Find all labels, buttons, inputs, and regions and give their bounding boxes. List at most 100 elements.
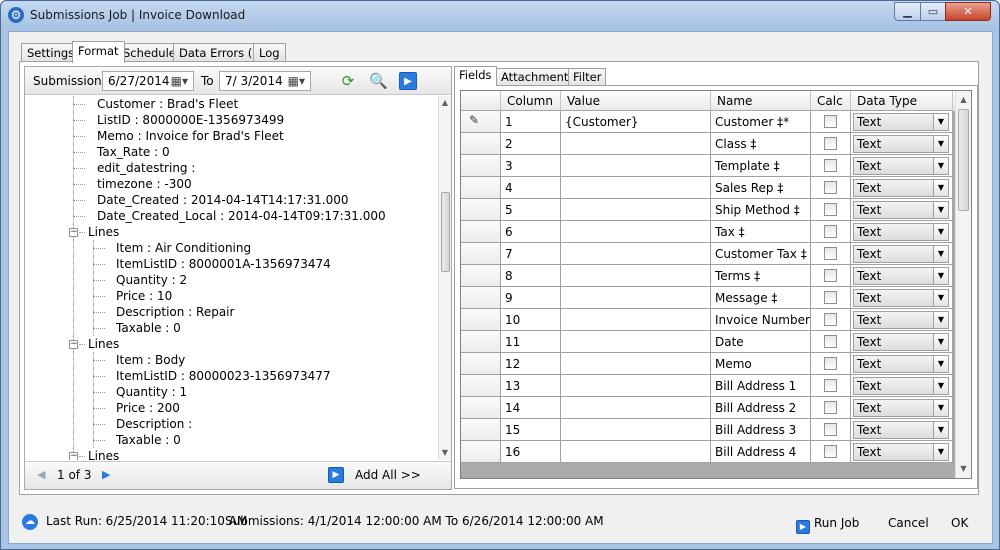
scroll-thumb[interactable]	[958, 109, 969, 211]
data-type-select[interactable]: Text ▼	[853, 179, 949, 197]
row-header[interactable]	[461, 199, 501, 221]
calc-checkbox[interactable]	[824, 291, 837, 304]
from-date-picker[interactable]: 6/27/2014 ▦▾	[102, 71, 194, 91]
calc-cell[interactable]	[811, 397, 851, 419]
column-cell[interactable]: 9	[501, 287, 561, 309]
tree-group-node[interactable]: − Lines	[25, 448, 439, 460]
fields-grid[interactable]: Column Value Name Calc Data Type ✎ 1 {Cust…	[460, 90, 972, 479]
chevron-down-icon[interactable]: ▼	[933, 246, 948, 262]
value-cell[interactable]	[561, 199, 711, 221]
column-cell[interactable]: 1	[501, 111, 561, 133]
scroll-down-arrow[interactable]: ▼	[956, 462, 971, 476]
calc-checkbox[interactable]	[824, 159, 837, 172]
data-type-cell[interactable]: Text ▼	[851, 331, 953, 353]
row-header[interactable]	[461, 331, 501, 353]
tree-scrollbar[interactable]: ▲ ▼	[438, 96, 451, 460]
row-header[interactable]	[461, 133, 501, 155]
name-cell[interactable]: Date	[711, 331, 811, 353]
tree-leaf-node[interactable]: Taxable : 0	[25, 320, 439, 336]
tree-leaf-node[interactable]: Memo : Invoice for Brad's Fleet	[25, 128, 439, 144]
calc-cell[interactable]	[811, 265, 851, 287]
previous-page-icon[interactable]: ◀	[37, 468, 45, 481]
column-cell[interactable]: 7	[501, 243, 561, 265]
table-row[interactable]: 7 Customer Tax ‡ Text ▼	[461, 243, 953, 265]
data-type-cell[interactable]: Text ▼	[851, 375, 953, 397]
value-cell[interactable]	[561, 287, 711, 309]
tree-leaf-node[interactable]: Item : Air Conditioning	[25, 240, 439, 256]
table-row[interactable]: 2 Class ‡ Text ▼	[461, 133, 953, 155]
column-cell[interactable]: 4	[501, 177, 561, 199]
data-type-cell[interactable]: Text ▼	[851, 309, 953, 331]
calc-cell[interactable]	[811, 353, 851, 375]
table-row[interactable]: 13 Bill Address 1 Text ▼	[461, 375, 953, 397]
data-type-cell[interactable]: Text ▼	[851, 221, 953, 243]
table-row[interactable]: 15 Bill Address 3 Text ▼	[461, 419, 953, 441]
tree-leaf-node[interactable]: Date_Created_Local : 2014-04-14T09:17:31…	[25, 208, 439, 224]
tree-group-node[interactable]: − Lines	[25, 336, 439, 352]
calendar-icon[interactable]: ▦▾	[171, 74, 188, 88]
minimize-button[interactable]: ▁	[894, 2, 921, 21]
chevron-down-icon[interactable]: ▼	[933, 334, 948, 350]
table-row[interactable]: 10 Invoice Number Text ▼	[461, 309, 953, 331]
tree-leaf-node[interactable]: Date_Created : 2014-04-14T14:17:31.000	[25, 192, 439, 208]
chevron-down-icon[interactable]: ▼	[933, 224, 948, 240]
chevron-down-icon[interactable]: ▼	[933, 378, 948, 394]
tree-leaf-node[interactable]: timezone : -300	[25, 176, 439, 192]
tree-leaf-node[interactable]: Tax_Rate : 0	[25, 144, 439, 160]
row-header[interactable]	[461, 375, 501, 397]
value-cell[interactable]	[561, 375, 711, 397]
calc-cell[interactable]	[811, 243, 851, 265]
maximize-button[interactable]: ▭	[920, 2, 946, 21]
tree-leaf-node[interactable]: Description :	[25, 416, 439, 432]
grid-scrollbar[interactable]: ▲ ▼	[955, 91, 971, 478]
calc-checkbox[interactable]	[824, 247, 837, 260]
calc-cell[interactable]	[811, 111, 851, 133]
chevron-down-icon[interactable]: ▼	[933, 356, 948, 372]
name-cell[interactable]: Ship Method ‡	[711, 199, 811, 221]
row-header[interactable]	[461, 397, 501, 419]
calendar-icon[interactable]: ▦▾	[288, 74, 305, 88]
data-type-select[interactable]: Text ▼	[853, 157, 949, 175]
data-type-cell[interactable]: Text ▼	[851, 287, 953, 309]
value-cell[interactable]	[561, 133, 711, 155]
table-row[interactable]: 6 Tax ‡ Text ▼	[461, 221, 953, 243]
value-cell[interactable]	[561, 265, 711, 287]
gear-icon[interactable]: ⚙	[8, 7, 24, 23]
calc-checkbox[interactable]	[824, 423, 837, 436]
add-all-button[interactable]: Add All >>	[355, 468, 421, 482]
calc-checkbox[interactable]	[824, 357, 837, 370]
chevron-down-icon[interactable]: ▼	[933, 136, 948, 152]
calc-cell[interactable]	[811, 441, 851, 463]
search-icon[interactable]: 🔍	[369, 72, 388, 90]
tree-group-node[interactable]: − Lines	[25, 224, 439, 240]
calc-cell[interactable]	[811, 419, 851, 441]
name-cell[interactable]: Bill Address 4	[711, 441, 811, 463]
value-cell[interactable]	[561, 397, 711, 419]
value-cell[interactable]	[561, 331, 711, 353]
row-header[interactable]	[461, 243, 501, 265]
scroll-down-arrow[interactable]: ▼	[439, 446, 451, 460]
calc-checkbox[interactable]	[824, 203, 837, 216]
name-cell[interactable]: Template ‡	[711, 155, 811, 177]
calc-checkbox[interactable]	[824, 445, 837, 458]
calc-cell[interactable]	[811, 221, 851, 243]
data-type-cell[interactable]: Text ▼	[851, 133, 953, 155]
calc-cell[interactable]	[811, 287, 851, 309]
data-type-cell[interactable]: Text ▼	[851, 155, 953, 177]
tree-leaf-node[interactable]: ListID : 8000000E-1356973499	[25, 112, 439, 128]
chevron-down-icon[interactable]: ▼	[933, 114, 948, 130]
table-row[interactable]: 5 Ship Method ‡ Text ▼	[461, 199, 953, 221]
chevron-down-icon[interactable]: ▼	[933, 202, 948, 218]
title-bar[interactable]: ⚙ Submissions Job | Invoice Download ▁ ▭…	[1, 1, 999, 31]
row-header[interactable]	[461, 177, 501, 199]
name-cell[interactable]: Sales Rep ‡	[711, 177, 811, 199]
submission-tree[interactable]: Customer : Brad's Fleet ListID : 8000000E…	[25, 96, 439, 460]
tab-filter[interactable]: Filter	[568, 68, 607, 86]
tab-attachments[interactable]: Attachments	[496, 68, 580, 86]
calc-checkbox[interactable]	[824, 269, 837, 282]
name-cell[interactable]: Terms ‡	[711, 265, 811, 287]
column-cell[interactable]: 5	[501, 199, 561, 221]
row-header[interactable]	[461, 287, 501, 309]
collapse-icon[interactable]: −	[69, 452, 78, 460]
value-cell[interactable]	[561, 221, 711, 243]
